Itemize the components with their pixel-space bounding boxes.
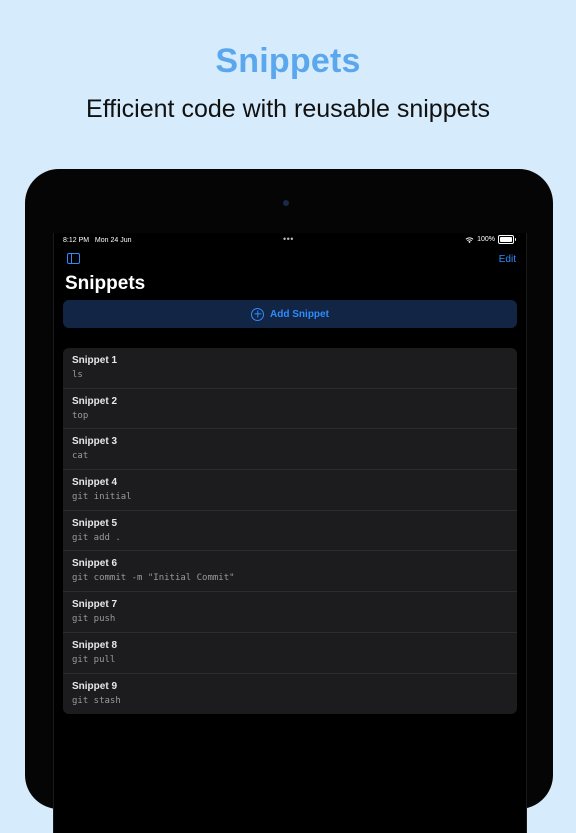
battery-icon	[498, 235, 516, 244]
snippet-row-9[interactable]: Snippet 9 git stash	[63, 674, 517, 715]
battery-percentage: 100%	[477, 236, 495, 243]
snippet-row-3[interactable]: Snippet 3 cat	[63, 429, 517, 471]
add-snippet-button[interactable]: Add Snippet	[63, 300, 517, 328]
status-indicators: 100%	[465, 235, 516, 244]
snippet-title: Snippet 8	[72, 639, 118, 651]
add-snippet-label: Add Snippet	[270, 308, 329, 320]
snippet-row-6[interactable]: Snippet 6 git commit -m "Initial Commit"	[63, 551, 517, 593]
camera-icon	[283, 200, 289, 206]
snippet-code: git pull	[72, 654, 116, 665]
promo-title: Snippets	[215, 42, 361, 80]
snippet-code: git push	[72, 614, 116, 625]
ipad-device: 8:12 PM Mon 24 Jun ••• 100% Edit Snippet…	[25, 169, 553, 833]
snippet-title: Snippet 3	[72, 436, 118, 448]
snippet-code: top	[72, 410, 89, 421]
snippet-title: Snippet 7	[72, 599, 118, 611]
promo-subtitle: Efficient code with reusable snippets	[86, 95, 490, 123]
app-screen: 8:12 PM Mon 24 Jun ••• 100% Edit Snippet…	[53, 233, 527, 833]
snippet-row-8[interactable]: Snippet 8 git pull	[63, 633, 517, 674]
page-title: Snippets	[65, 273, 146, 294]
snippet-code: git add .	[72, 532, 121, 543]
sidebar-icon[interactable]	[67, 253, 80, 264]
snippet-row-7[interactable]: Snippet 7 git push	[63, 592, 517, 633]
snippet-row-5[interactable]: Snippet 5 git add .	[63, 511, 517, 552]
snippet-title: Snippet 9	[72, 680, 118, 692]
snippet-title: Snippet 6	[72, 558, 118, 570]
snippet-code: ls	[72, 370, 83, 380]
edit-button[interactable]: Edit	[499, 254, 516, 265]
multitasking-dots-icon[interactable]: •••	[283, 234, 294, 244]
snippet-title: Snippet 4	[72, 477, 118, 489]
wifi-icon	[465, 236, 474, 243]
status-time: 8:12 PM Mon 24 Jun	[63, 237, 132, 244]
snippet-code: git stash	[72, 695, 121, 706]
snippet-code: git initial	[72, 492, 132, 503]
snippet-title: Snippet 2	[72, 395, 118, 407]
plus-circle-icon	[251, 307, 265, 321]
snippet-title: Snippet 5	[72, 517, 118, 529]
snippet-row-2[interactable]: Snippet 2 top	[63, 389, 517, 430]
snippet-row-1[interactable]: Snippet 1 ls	[63, 348, 517, 389]
snippet-title: Snippet 1	[72, 355, 118, 366]
snippet-list: Snippet 1 ls Snippet 2 top Snippet 3 cat…	[63, 348, 517, 715]
snippet-row-4[interactable]: Snippet 4 git initial	[63, 470, 517, 511]
snippet-code: git commit -m "Initial Commit"	[72, 573, 235, 584]
snippet-code: cat	[72, 451, 89, 462]
